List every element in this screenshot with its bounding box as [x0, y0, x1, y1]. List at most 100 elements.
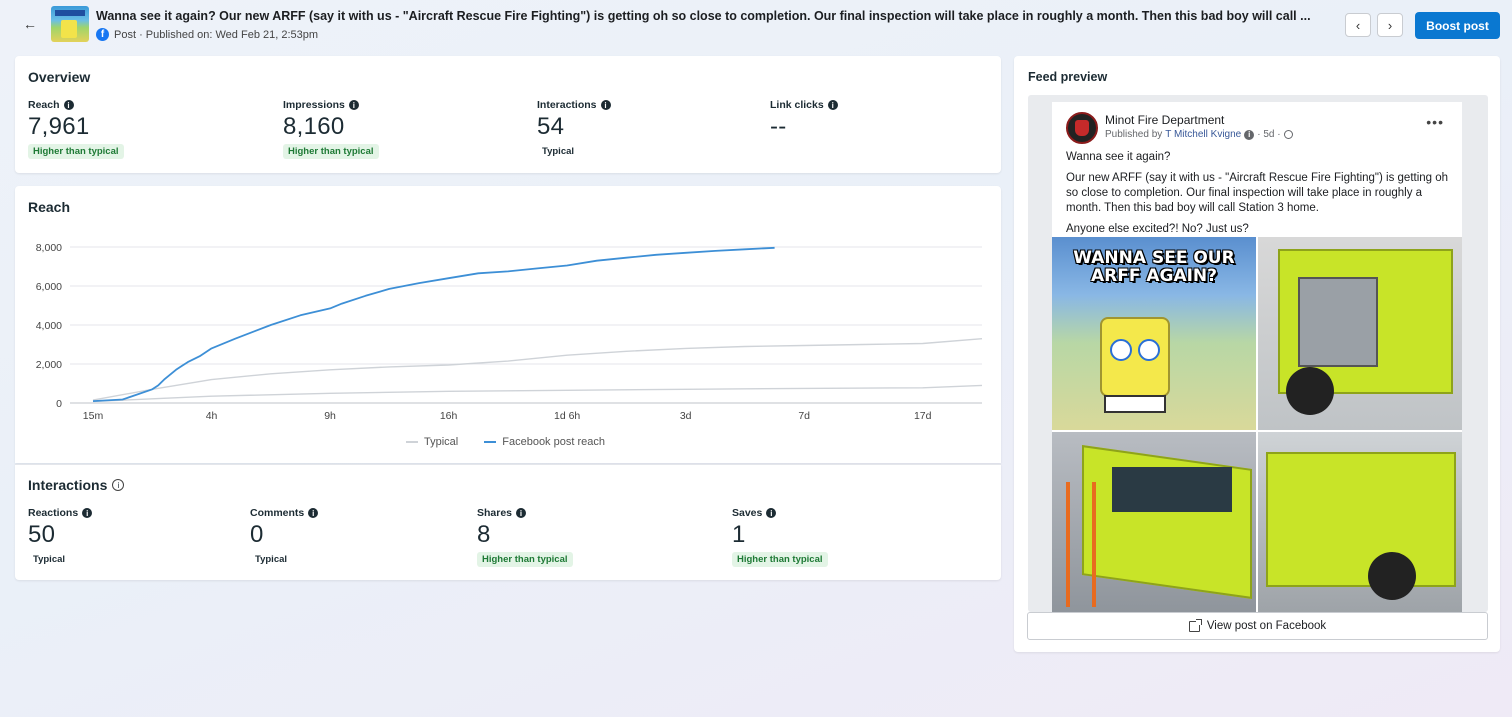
interactions-title-text: Interactions — [28, 477, 108, 493]
x-tick-label: 17d — [914, 410, 932, 422]
y-tick-label: 2,000 — [36, 359, 62, 371]
post-text: Wanna see it again? Our new ARFF (say it… — [1066, 150, 1456, 243]
published-by-line: Published by T Mitchell Kvigne i · 5d · — [1105, 129, 1293, 140]
metric-saves: Saves i 1 Higher than typical — [732, 507, 828, 567]
legend-item-post-reach[interactable]: Facebook post reach — [484, 436, 605, 448]
overview-title: Overview — [28, 69, 91, 85]
post-text-line: Anyone else excited?! No? Just us? — [1066, 223, 1249, 235]
metric-label: Link clicks — [770, 99, 824, 111]
chart-legend: Typical Facebook post reach — [406, 436, 605, 448]
status-badge: Higher than typical — [477, 552, 573, 567]
facebook-icon: f — [96, 28, 109, 41]
avatar[interactable] — [1066, 112, 1098, 144]
metric-impressions: Impressions i 8,160 Higher than typical — [283, 99, 379, 159]
x-tick-label: 16h — [440, 410, 458, 422]
metric-label: Shares — [477, 507, 513, 519]
post-published-meta: Post · Published on: Wed Feb 21, 2:53pm — [114, 28, 319, 41]
info-icon[interactable]: i — [766, 508, 777, 518]
metric-label: Comments — [250, 507, 305, 519]
metric-comments: Comments i 0 Typical — [250, 507, 319, 567]
metric-value: 7,961 — [28, 113, 90, 140]
metric-interactions: Interactions i 54 Typical — [537, 99, 611, 159]
status-badge: Typical — [255, 554, 288, 565]
status-badge: Typical — [542, 146, 575, 157]
metric-label: Interactions — [537, 99, 597, 111]
status-badge: Higher than typical — [28, 144, 124, 159]
y-tick-label: 6,000 — [36, 281, 62, 293]
interactions-title: Interactions i — [28, 477, 125, 493]
metric-shares: Shares i 8 Higher than typical — [477, 507, 573, 567]
boost-post-button[interactable]: Boost post — [1415, 12, 1500, 39]
chevron-right-icon: › — [1387, 17, 1393, 33]
arrow-left-icon[interactable]: ← — [20, 14, 40, 34]
globe-icon — [1283, 130, 1293, 139]
metric-label: Reactions — [28, 507, 79, 519]
info-icon[interactable]: i — [348, 100, 359, 110]
info-icon[interactable]: i — [827, 100, 838, 110]
meme-caption: WANNA SEE OUR ARFF AGAIN? — [1073, 248, 1235, 286]
info-icon[interactable]: i — [600, 100, 611, 110]
info-icon[interactable]: i — [516, 508, 527, 518]
facebook-post-preview: Minot Fire Department Published by T Mit… — [1052, 102, 1462, 612]
post-photo-grid: WANNA SEE OUR ARFF AGAIN? — [1052, 237, 1462, 612]
photo-meme[interactable]: WANNA SEE OUR ARFF AGAIN? — [1052, 237, 1256, 430]
metric-value: 8,160 — [283, 113, 345, 140]
view-post-label: View post on Facebook — [1206, 620, 1327, 632]
metric-value: 8 — [477, 521, 491, 548]
info-icon[interactable]: i — [82, 508, 93, 518]
metric-value: 54 — [537, 113, 565, 140]
photo-truck-cab[interactable] — [1052, 432, 1256, 612]
chevron-left-icon: ‹ — [1355, 17, 1361, 33]
reach-title: Reach — [28, 199, 71, 215]
external-link-icon — [1188, 618, 1202, 632]
metric-link-clicks: Link clicks i -- — [770, 99, 838, 141]
status-badge: Higher than typical — [283, 144, 379, 159]
y-tick-label: 4,000 — [36, 320, 62, 332]
x-tick-label: 3d — [680, 410, 692, 422]
legend-item-typical[interactable]: Typical — [406, 436, 458, 448]
metric-value: 1 — [732, 521, 746, 548]
post-age: · 5d · — [1257, 129, 1281, 140]
x-tick-label: 15m — [83, 410, 104, 422]
photo-truck-side[interactable] — [1258, 432, 1462, 612]
interactions-card: Interactions i Reactions i 50 Typical Com… — [15, 464, 1001, 580]
author-link[interactable]: T Mitchell Kvigne — [1165, 129, 1241, 140]
post-title: Wanna see it again? Our new ARFF (say it… — [96, 9, 1311, 23]
page-name[interactable]: Minot Fire Department — [1105, 113, 1224, 127]
status-badge: Typical — [33, 554, 66, 565]
feed-preview-title: Feed preview — [1028, 70, 1108, 84]
published-by-label: Published by — [1105, 129, 1163, 140]
previous-post-button[interactable]: ‹ — [1345, 13, 1371, 37]
metric-value: 0 — [250, 521, 264, 548]
x-tick-label: 9h — [324, 410, 336, 422]
y-tick-label: 0 — [56, 398, 62, 410]
status-badge: Higher than typical — [732, 552, 828, 567]
post-text-line: Wanna see it again? — [1066, 151, 1171, 163]
series-line-typical — [92, 384, 983, 403]
info-icon[interactable]: i — [308, 508, 319, 518]
photo-truck-rear[interactable] — [1258, 237, 1462, 430]
post-meta: f Post · Published on: Wed Feb 21, 2:53p… — [96, 28, 318, 41]
metric-reactions: Reactions i 50 Typical — [28, 507, 93, 567]
x-tick-label: 4h — [206, 410, 218, 422]
legend-swatch — [484, 441, 497, 443]
next-post-button[interactable]: › — [1377, 13, 1403, 37]
metric-label: Saves — [732, 507, 763, 519]
more-horizontal-icon[interactable]: ••• — [1426, 114, 1444, 130]
legend-swatch — [406, 441, 418, 443]
metric-label: Reach — [28, 99, 60, 111]
metric-value: -- — [770, 113, 787, 140]
info-circle-icon[interactable]: i — [112, 479, 125, 491]
series-line-post-reach — [92, 246, 775, 402]
metric-reach: Reach i 7,961 Higher than typical — [28, 99, 124, 159]
metric-value: 50 — [28, 521, 56, 548]
view-post-on-facebook-button[interactable]: View post on Facebook — [1027, 612, 1488, 640]
feed-preview-frame: Minot Fire Department Published by T Mit… — [1028, 95, 1488, 612]
post-thumbnail — [51, 6, 89, 42]
x-tick-label: 1d 6h — [554, 410, 580, 422]
top-bar: ← Wanna see it again? Our new ARFF (say … — [0, 0, 1512, 48]
metric-label: Impressions — [283, 99, 345, 111]
info-icon: i — [1244, 129, 1255, 140]
info-icon[interactable]: i — [63, 100, 74, 110]
legend-label: Typical — [424, 436, 459, 448]
